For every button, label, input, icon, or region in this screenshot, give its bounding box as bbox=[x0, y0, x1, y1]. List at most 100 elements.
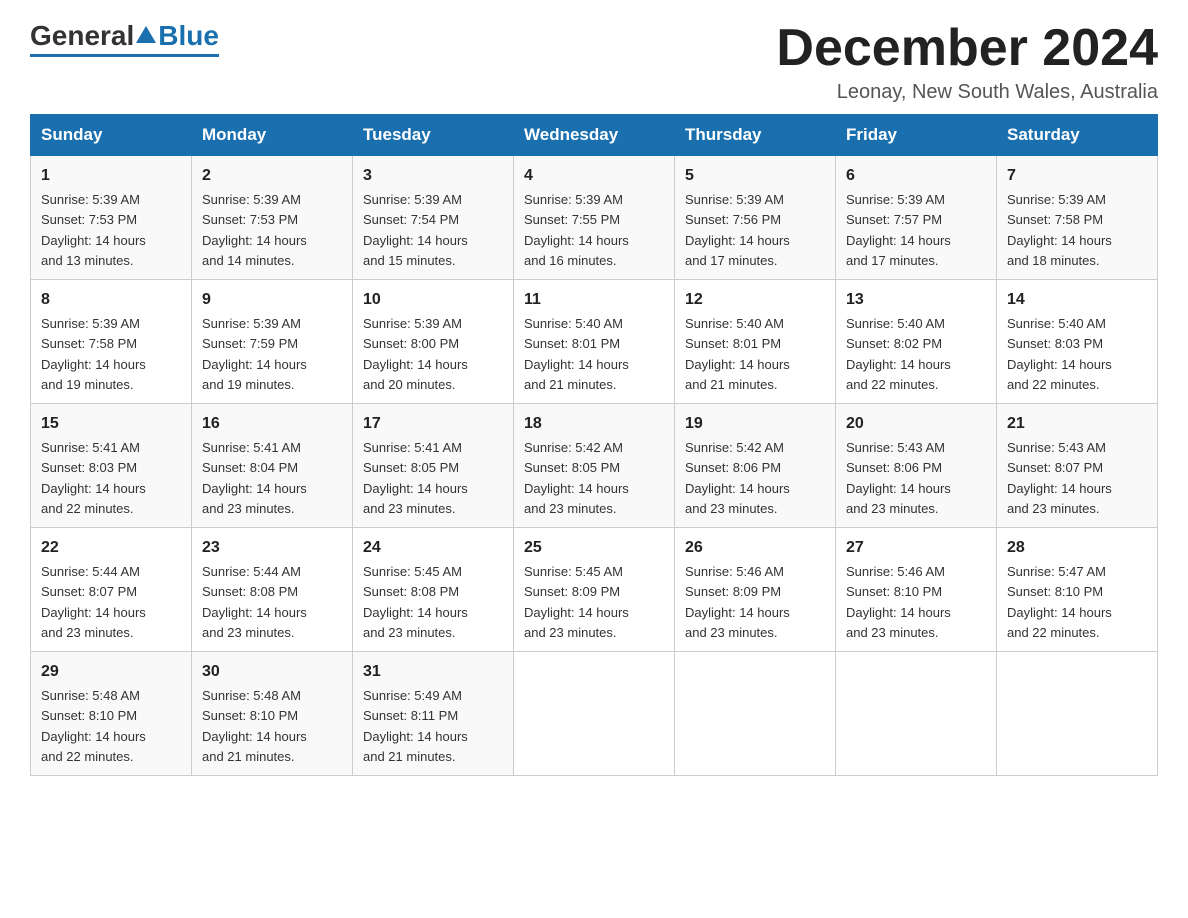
day-info: Sunrise: 5:45 AMSunset: 8:08 PMDaylight:… bbox=[363, 564, 468, 640]
calendar-week-row: 1 Sunrise: 5:39 AMSunset: 7:53 PMDayligh… bbox=[31, 156, 1158, 280]
calendar-day-cell bbox=[675, 652, 836, 776]
calendar-week-row: 22 Sunrise: 5:44 AMSunset: 8:07 PMDaylig… bbox=[31, 528, 1158, 652]
title-area: December 2024 Leonay, New South Wales, A… bbox=[776, 20, 1158, 104]
calendar-day-cell: 3 Sunrise: 5:39 AMSunset: 7:54 PMDayligh… bbox=[353, 156, 514, 280]
calendar-day-cell: 23 Sunrise: 5:44 AMSunset: 8:08 PMDaylig… bbox=[192, 528, 353, 652]
day-info: Sunrise: 5:39 AMSunset: 7:54 PMDaylight:… bbox=[363, 192, 468, 268]
day-info: Sunrise: 5:45 AMSunset: 8:09 PMDaylight:… bbox=[524, 564, 629, 640]
calendar-day-cell: 27 Sunrise: 5:46 AMSunset: 8:10 PMDaylig… bbox=[836, 528, 997, 652]
calendar-day-cell: 30 Sunrise: 5:48 AMSunset: 8:10 PMDaylig… bbox=[192, 652, 353, 776]
day-number: 2 bbox=[202, 164, 342, 188]
logo-general: General bbox=[30, 20, 134, 52]
day-number: 14 bbox=[1007, 288, 1147, 312]
logo: General Blue bbox=[30, 20, 219, 57]
day-info: Sunrise: 5:42 AMSunset: 8:05 PMDaylight:… bbox=[524, 440, 629, 516]
day-info: Sunrise: 5:39 AMSunset: 7:55 PMDaylight:… bbox=[524, 192, 629, 268]
calendar-day-cell: 11 Sunrise: 5:40 AMSunset: 8:01 PMDaylig… bbox=[514, 280, 675, 404]
calendar-day-cell: 25 Sunrise: 5:45 AMSunset: 8:09 PMDaylig… bbox=[514, 528, 675, 652]
day-number: 16 bbox=[202, 412, 342, 436]
day-info: Sunrise: 5:43 AMSunset: 8:06 PMDaylight:… bbox=[846, 440, 951, 516]
day-number: 7 bbox=[1007, 164, 1147, 188]
calendar-day-cell: 21 Sunrise: 5:43 AMSunset: 8:07 PMDaylig… bbox=[997, 404, 1158, 528]
calendar-day-cell: 5 Sunrise: 5:39 AMSunset: 7:56 PMDayligh… bbox=[675, 156, 836, 280]
calendar-day-cell: 22 Sunrise: 5:44 AMSunset: 8:07 PMDaylig… bbox=[31, 528, 192, 652]
day-info: Sunrise: 5:40 AMSunset: 8:01 PMDaylight:… bbox=[524, 316, 629, 392]
calendar-day-cell: 6 Sunrise: 5:39 AMSunset: 7:57 PMDayligh… bbox=[836, 156, 997, 280]
calendar-day-cell: 10 Sunrise: 5:39 AMSunset: 8:00 PMDaylig… bbox=[353, 280, 514, 404]
calendar-week-row: 29 Sunrise: 5:48 AMSunset: 8:10 PMDaylig… bbox=[31, 652, 1158, 776]
calendar-day-cell: 26 Sunrise: 5:46 AMSunset: 8:09 PMDaylig… bbox=[675, 528, 836, 652]
page-header: General Blue December 2024 Leonay, New S… bbox=[30, 20, 1158, 104]
day-number: 18 bbox=[524, 412, 664, 436]
calendar-day-cell bbox=[997, 652, 1158, 776]
location-subtitle: Leonay, New South Wales, Australia bbox=[776, 81, 1158, 104]
day-info: Sunrise: 5:41 AMSunset: 8:05 PMDaylight:… bbox=[363, 440, 468, 516]
calendar-week-row: 8 Sunrise: 5:39 AMSunset: 7:58 PMDayligh… bbox=[31, 280, 1158, 404]
day-number: 9 bbox=[202, 288, 342, 312]
day-info: Sunrise: 5:46 AMSunset: 8:09 PMDaylight:… bbox=[685, 564, 790, 640]
day-number: 22 bbox=[41, 536, 181, 560]
day-info: Sunrise: 5:39 AMSunset: 7:53 PMDaylight:… bbox=[202, 192, 307, 268]
logo-underline bbox=[30, 54, 219, 57]
calendar-day-cell: 28 Sunrise: 5:47 AMSunset: 8:10 PMDaylig… bbox=[997, 528, 1158, 652]
day-info: Sunrise: 5:39 AMSunset: 7:59 PMDaylight:… bbox=[202, 316, 307, 392]
day-info: Sunrise: 5:39 AMSunset: 7:57 PMDaylight:… bbox=[846, 192, 951, 268]
day-number: 30 bbox=[202, 660, 342, 684]
column-header-sunday: Sunday bbox=[31, 115, 192, 156]
day-number: 29 bbox=[41, 660, 181, 684]
calendar-day-cell bbox=[514, 652, 675, 776]
day-info: Sunrise: 5:39 AMSunset: 7:53 PMDaylight:… bbox=[41, 192, 146, 268]
day-number: 17 bbox=[363, 412, 503, 436]
day-info: Sunrise: 5:47 AMSunset: 8:10 PMDaylight:… bbox=[1007, 564, 1112, 640]
day-info: Sunrise: 5:48 AMSunset: 8:10 PMDaylight:… bbox=[202, 688, 307, 764]
day-number: 6 bbox=[846, 164, 986, 188]
day-info: Sunrise: 5:49 AMSunset: 8:11 PMDaylight:… bbox=[363, 688, 468, 764]
day-info: Sunrise: 5:39 AMSunset: 7:58 PMDaylight:… bbox=[41, 316, 146, 392]
logo-text: General Blue bbox=[30, 20, 219, 52]
day-info: Sunrise: 5:48 AMSunset: 8:10 PMDaylight:… bbox=[41, 688, 146, 764]
day-info: Sunrise: 5:39 AMSunset: 7:58 PMDaylight:… bbox=[1007, 192, 1112, 268]
calendar-day-cell: 1 Sunrise: 5:39 AMSunset: 7:53 PMDayligh… bbox=[31, 156, 192, 280]
calendar-week-row: 15 Sunrise: 5:41 AMSunset: 8:03 PMDaylig… bbox=[31, 404, 1158, 528]
day-info: Sunrise: 5:44 AMSunset: 8:08 PMDaylight:… bbox=[202, 564, 307, 640]
calendar-day-cell: 2 Sunrise: 5:39 AMSunset: 7:53 PMDayligh… bbox=[192, 156, 353, 280]
column-header-monday: Monday bbox=[192, 115, 353, 156]
calendar-day-cell: 16 Sunrise: 5:41 AMSunset: 8:04 PMDaylig… bbox=[192, 404, 353, 528]
calendar-day-cell: 12 Sunrise: 5:40 AMSunset: 8:01 PMDaylig… bbox=[675, 280, 836, 404]
day-info: Sunrise: 5:40 AMSunset: 8:02 PMDaylight:… bbox=[846, 316, 951, 392]
day-info: Sunrise: 5:40 AMSunset: 8:01 PMDaylight:… bbox=[685, 316, 790, 392]
day-number: 20 bbox=[846, 412, 986, 436]
calendar-day-cell: 13 Sunrise: 5:40 AMSunset: 8:02 PMDaylig… bbox=[836, 280, 997, 404]
calendar-day-cell: 18 Sunrise: 5:42 AMSunset: 8:05 PMDaylig… bbox=[514, 404, 675, 528]
calendar-day-cell: 15 Sunrise: 5:41 AMSunset: 8:03 PMDaylig… bbox=[31, 404, 192, 528]
day-info: Sunrise: 5:43 AMSunset: 8:07 PMDaylight:… bbox=[1007, 440, 1112, 516]
logo-blue: Blue bbox=[158, 20, 219, 52]
day-info: Sunrise: 5:41 AMSunset: 8:03 PMDaylight:… bbox=[41, 440, 146, 516]
calendar-day-cell: 19 Sunrise: 5:42 AMSunset: 8:06 PMDaylig… bbox=[675, 404, 836, 528]
day-number: 13 bbox=[846, 288, 986, 312]
calendar-day-cell: 4 Sunrise: 5:39 AMSunset: 7:55 PMDayligh… bbox=[514, 156, 675, 280]
day-number: 1 bbox=[41, 164, 181, 188]
day-number: 3 bbox=[363, 164, 503, 188]
day-number: 11 bbox=[524, 288, 664, 312]
calendar-day-cell: 17 Sunrise: 5:41 AMSunset: 8:05 PMDaylig… bbox=[353, 404, 514, 528]
day-number: 19 bbox=[685, 412, 825, 436]
day-info: Sunrise: 5:46 AMSunset: 8:10 PMDaylight:… bbox=[846, 564, 951, 640]
calendar-day-cell: 31 Sunrise: 5:49 AMSunset: 8:11 PMDaylig… bbox=[353, 652, 514, 776]
day-info: Sunrise: 5:44 AMSunset: 8:07 PMDaylight:… bbox=[41, 564, 146, 640]
logo-flag-icon bbox=[135, 25, 157, 47]
day-number: 28 bbox=[1007, 536, 1147, 560]
column-header-saturday: Saturday bbox=[997, 115, 1158, 156]
day-info: Sunrise: 5:39 AMSunset: 7:56 PMDaylight:… bbox=[685, 192, 790, 268]
day-number: 21 bbox=[1007, 412, 1147, 436]
day-number: 25 bbox=[524, 536, 664, 560]
day-number: 27 bbox=[846, 536, 986, 560]
day-number: 23 bbox=[202, 536, 342, 560]
calendar-day-cell: 29 Sunrise: 5:48 AMSunset: 8:10 PMDaylig… bbox=[31, 652, 192, 776]
calendar-day-cell: 8 Sunrise: 5:39 AMSunset: 7:58 PMDayligh… bbox=[31, 280, 192, 404]
day-number: 15 bbox=[41, 412, 181, 436]
day-number: 12 bbox=[685, 288, 825, 312]
day-info: Sunrise: 5:39 AMSunset: 8:00 PMDaylight:… bbox=[363, 316, 468, 392]
calendar-day-cell: 9 Sunrise: 5:39 AMSunset: 7:59 PMDayligh… bbox=[192, 280, 353, 404]
day-info: Sunrise: 5:40 AMSunset: 8:03 PMDaylight:… bbox=[1007, 316, 1112, 392]
